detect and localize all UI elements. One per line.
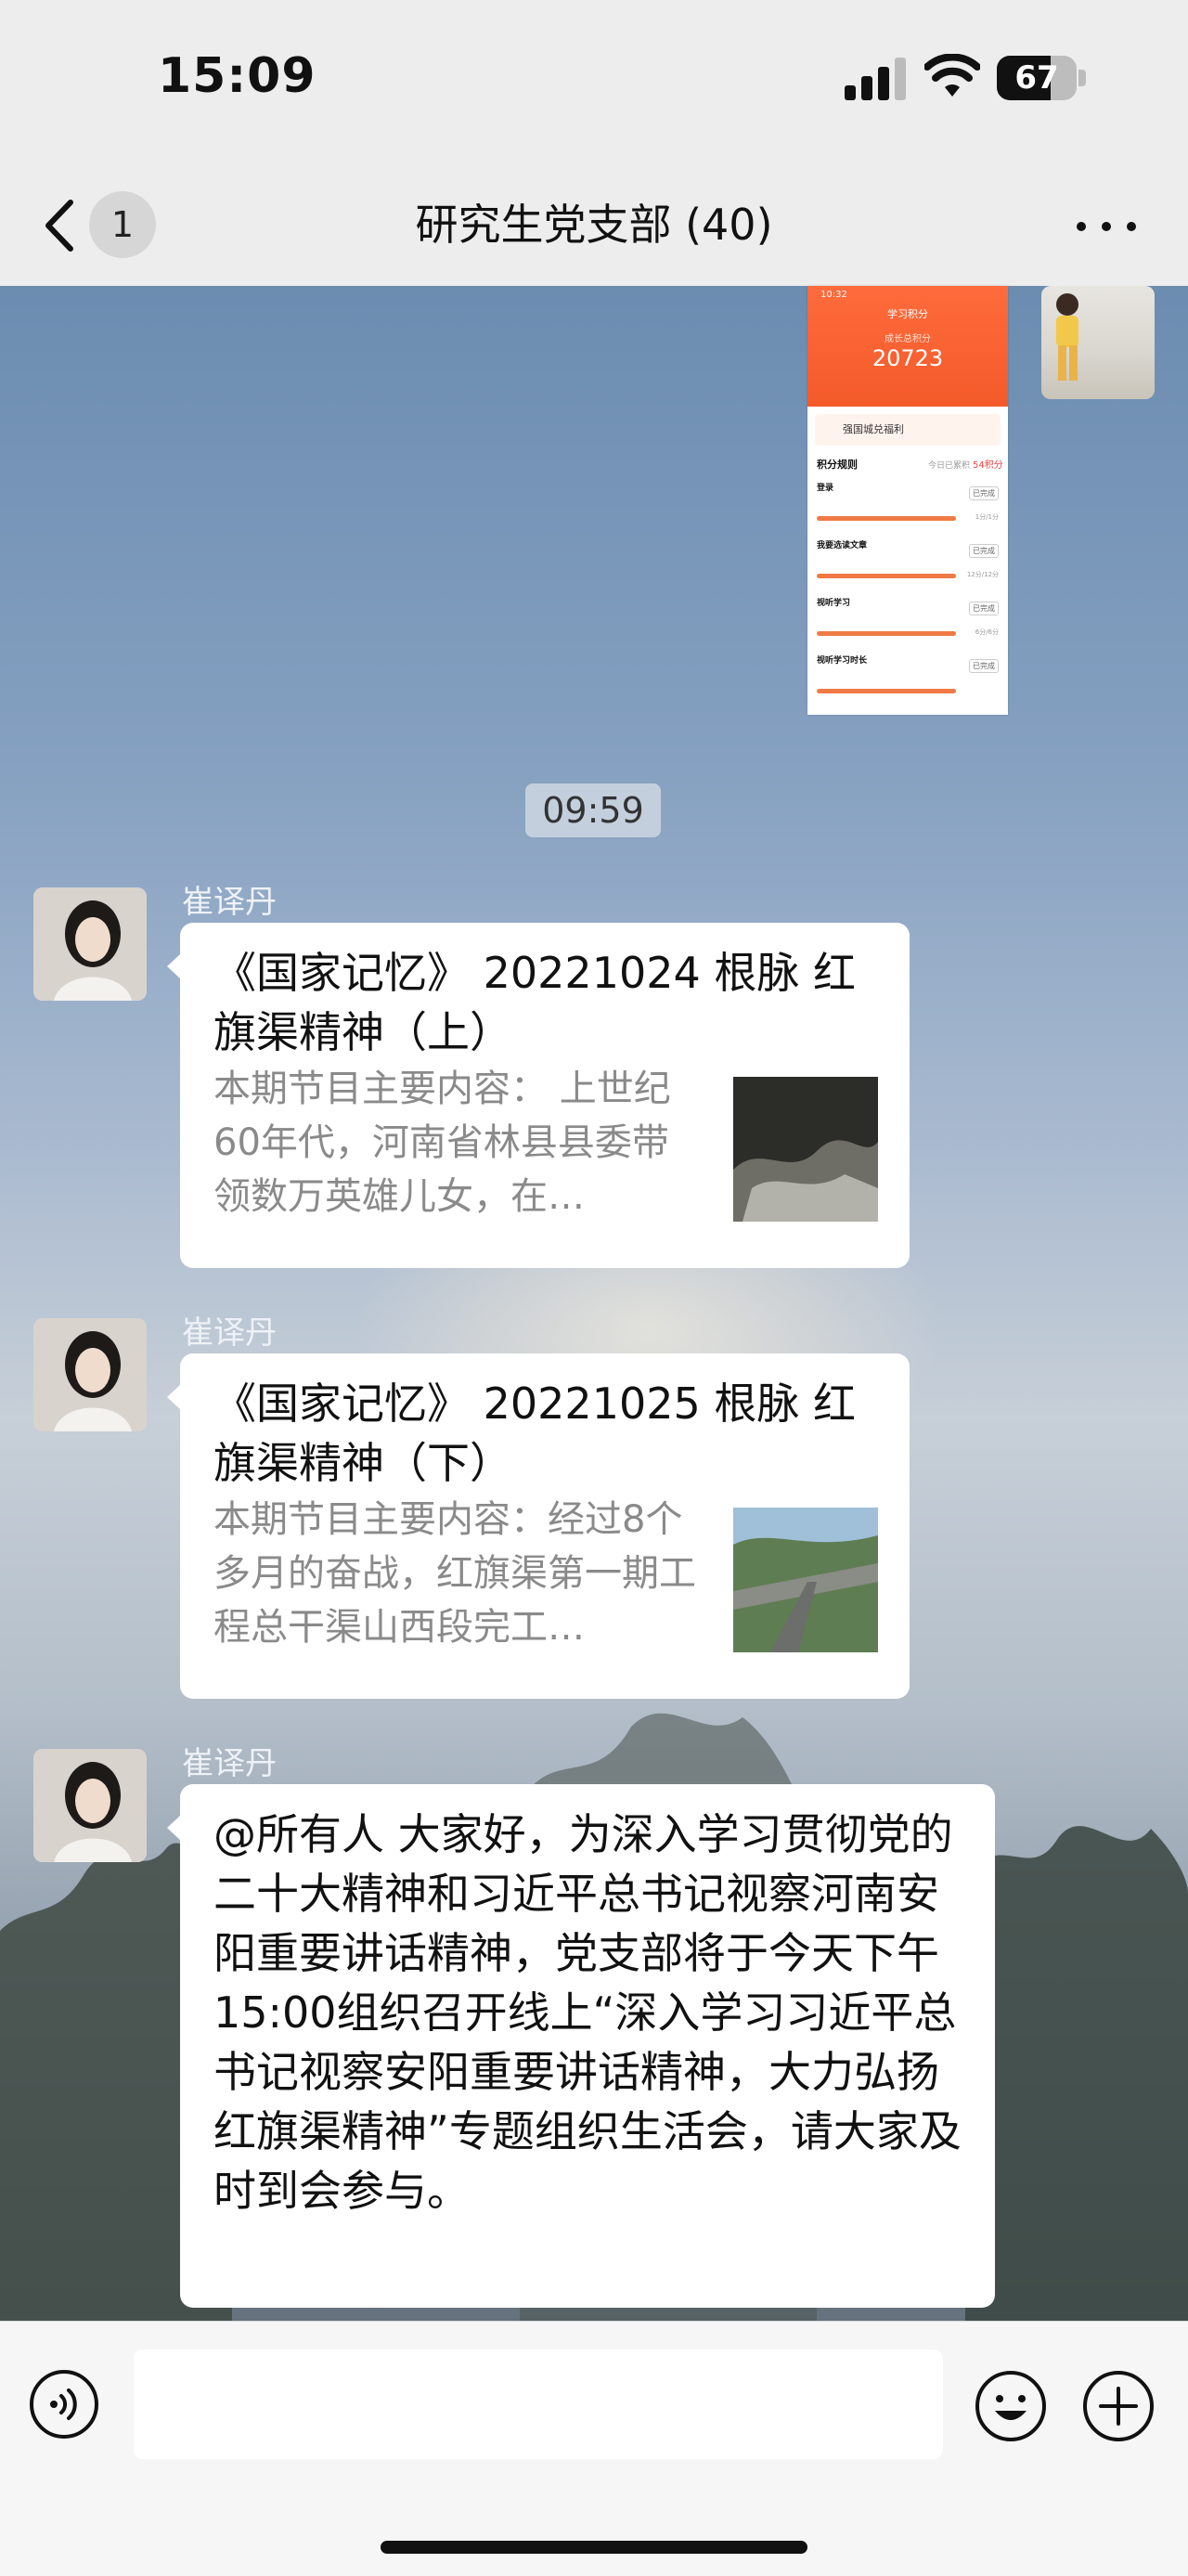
status-time: 15:09 xyxy=(158,48,316,104)
mini-rule-item: 视听学习 已完成 6分/6分 xyxy=(817,596,999,648)
mini-today-score: 54积分 xyxy=(973,460,1003,471)
mini-rule-item: 登录 已完成 1分/1分 xyxy=(817,481,999,533)
mini-today-label: 今日已累积 xyxy=(928,461,971,471)
more-dots-icon[interactable] xyxy=(1077,212,1136,239)
chat-title: 研究生党支部 (40) xyxy=(415,200,773,250)
mini-rule-progress xyxy=(817,516,956,521)
mini-rule-status: 已完成 xyxy=(969,544,999,558)
link-card[interactable]: 《国家记忆》 20221025 根脉 红旗渠精神（下） 本期节目主要内容：经过8… xyxy=(167,1353,910,1699)
sender-avatar[interactable] xyxy=(33,1318,147,1431)
mini-rule-name: 登录 xyxy=(817,484,834,493)
link-title: 《国家记忆》 20221025 根脉 红旗渠精神（下） xyxy=(213,1379,856,1488)
text-message-bubble[interactable]: @所有人 大家好，为深入学习贯彻党的二十大精神和习近平总书记视察河南安阳重要讲话… xyxy=(167,1784,995,2308)
sender-name: 崔译丹 xyxy=(182,1745,277,1782)
mini-rules-title: 积分规则 xyxy=(817,459,858,471)
mini-banner-text: 强国城兑福利 xyxy=(843,423,904,435)
mini-rule-name: 视听学习时长 xyxy=(817,656,868,666)
mini-score-caption: 成长总积分 xyxy=(885,334,931,344)
link-thumbnail xyxy=(733,1508,878,1652)
message-text: @所有人 大家好，为深入学习贯彻党的二十大精神和习近平总书记视察河南安阳重要讲话… xyxy=(213,1809,962,2216)
mini-rule-score: 12分/12分 xyxy=(966,571,999,578)
score-header: 10:32 学习积分 成长总积分 20723 xyxy=(807,286,1008,407)
mini-rule-status: 已完成 xyxy=(969,602,999,615)
voice-icon[interactable] xyxy=(28,2368,100,2440)
image-message[interactable]: 10:32 学习积分 成长总积分 20723 强国城兑福利 积分规则 今日已累积… xyxy=(807,286,1008,715)
child-figure-icon xyxy=(1056,293,1078,381)
portrait-icon xyxy=(33,887,147,1001)
mini-rule-status: 已完成 xyxy=(969,659,999,673)
plus-icon[interactable] xyxy=(1080,2368,1156,2444)
mini-rule-progress xyxy=(817,631,956,636)
mini-rule-name: 视听学习 xyxy=(817,599,851,608)
battery-level-text: 67 xyxy=(1014,59,1059,97)
link-description: 本期节目主要内容： 上世纪60年代，河南省林县县委带领数万英雄儿女，在… xyxy=(213,1068,671,1218)
portrait-icon xyxy=(33,1318,147,1431)
link-card[interactable]: 《国家记忆》 20221024 根脉 红旗渠精神（上） 本期节目主要内容： 上世… xyxy=(167,923,910,1268)
mini-rule-score: 6分/6分 xyxy=(975,628,999,636)
cellular-signal-icon xyxy=(845,58,906,100)
mini-rule-item: 我要选读文章 已完成 12分/12分 xyxy=(817,538,999,590)
link-thumbnail xyxy=(733,1077,878,1222)
mini-rule-name: 我要选读文章 xyxy=(817,541,868,550)
mini-banner: 强国城兑福利 xyxy=(815,414,1001,446)
sender-name: 崔译丹 xyxy=(182,884,277,921)
mini-rule-item: 视听学习时长 已完成 xyxy=(817,654,999,705)
message-input[interactable] xyxy=(134,2349,943,2459)
mini-rule-score: 1分/1分 xyxy=(975,513,999,521)
link-description: 本期节目主要内容：经过8个多月的奋战，红旗渠第一期工程总干渠山西段完工… xyxy=(213,1498,696,1649)
link-title: 《国家记忆》 20221024 根脉 红旗渠精神（上） xyxy=(213,948,856,1057)
wifi-icon xyxy=(924,54,980,97)
input-bar xyxy=(0,2321,1188,2576)
mini-status-time: 10:32 xyxy=(820,290,847,300)
battery-icon: 67 xyxy=(997,56,1086,100)
time-divider: 09:59 xyxy=(525,783,661,837)
mini-score: 20723 xyxy=(872,345,944,371)
top-bar: 15:09 67 1 研究生党支部 (40) xyxy=(0,0,1188,286)
self-avatar[interactable] xyxy=(1041,286,1155,399)
sender-name: 崔译丹 xyxy=(182,1314,277,1352)
sender-avatar[interactable] xyxy=(33,1749,147,1862)
mini-rule-progress xyxy=(817,574,956,578)
sender-avatar[interactable] xyxy=(33,887,147,1001)
portrait-icon xyxy=(33,1749,147,1862)
mini-heading: 学习积分 xyxy=(887,308,928,320)
home-indicator xyxy=(381,2541,807,2554)
mini-rule-progress xyxy=(817,689,956,693)
mini-rule-status: 已完成 xyxy=(969,486,999,500)
emoji-icon[interactable] xyxy=(973,2368,1049,2444)
